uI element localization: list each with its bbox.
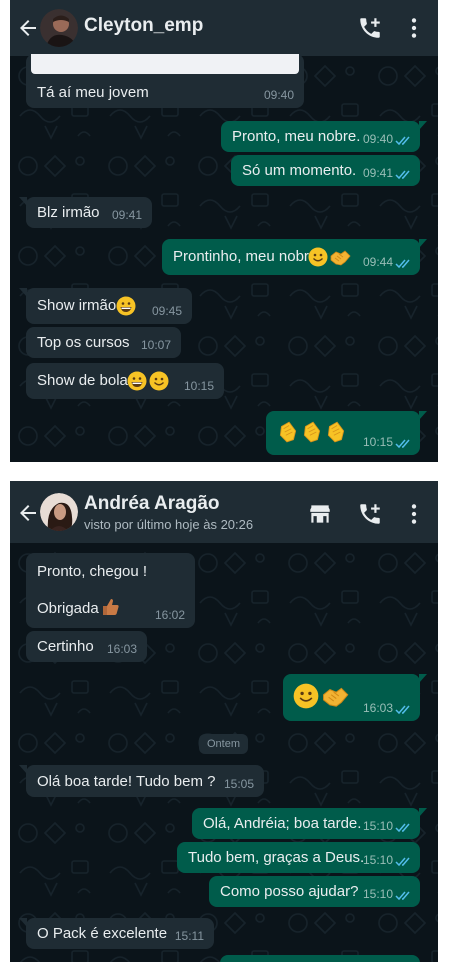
message-outgoing[interactable]: Pronto, meu nobre. 09:40 (221, 121, 427, 152)
message-incoming[interactable]: Show de bola 10:15 (26, 363, 224, 399)
message-incoming[interactable]: Certinho 16:03 (26, 631, 147, 662)
storefront-icon[interactable] (307, 501, 333, 527)
clap-emoji (325, 420, 347, 444)
message-time: 10:15 (362, 435, 393, 449)
message-time: 16:03 (362, 701, 393, 715)
message-time: 09:45 (151, 304, 182, 318)
message-text: O Pack é excelente (37, 925, 168, 942)
message-time: 15:10 (362, 887, 393, 901)
message-outgoing[interactable]: Prontinho, meu nobre 09:44 (162, 239, 427, 275)
add-call-icon[interactable] (357, 501, 383, 527)
smile-emoji (293, 683, 319, 709)
message-time: 15:10 (362, 853, 393, 867)
double-check-icon (395, 169, 413, 180)
last-seen-status: visto por último hoje às 20:26 (84, 517, 254, 532)
message-list[interactable]: Tá aí meu jovem 09:40 Pronto, meu nobre.… (10, 54, 438, 462)
double-check-icon (395, 438, 413, 449)
message-outgoing[interactable]: 10:15 (266, 411, 427, 455)
message-text: Prontinho, meu nobre (173, 248, 318, 265)
message-incoming[interactable]: O Pack é excelente 15:11 (19, 918, 214, 949)
message-text: Top os cursos (37, 334, 130, 351)
message-text: Olá, Andréia; boa tarde. (203, 815, 362, 832)
smile-emoji (308, 247, 328, 267)
message-text: Show irmão (37, 297, 117, 314)
message-outgoing[interactable]: Só um momento. 09:41 (231, 155, 420, 186)
message-text: Olá boa tarde! Tudo bem ? (37, 773, 216, 790)
message-text: Tudo bem, graças a Deus. (188, 849, 365, 866)
message-time: 15:05 (223, 777, 254, 791)
message-time: 16:02 (154, 608, 185, 622)
message-incoming[interactable]: Tá aí meu jovem 09:40 (26, 54, 304, 108)
handshake-emoji (321, 683, 349, 709)
message-time: 10:15 (183, 379, 214, 393)
message-text: Blz irmão (37, 204, 100, 221)
message-time: 15:11 (174, 929, 204, 943)
more-vert-icon[interactable] (401, 15, 427, 41)
double-check-icon (395, 258, 413, 269)
message-text: Como posso ajudar? (220, 883, 359, 900)
chat-header: Andréa Aragão visto por último hoje às 2… (10, 481, 438, 543)
message-incoming[interactable]: Pronto, chegou ! Obrigada 16:02 (26, 553, 195, 628)
double-check-icon (395, 890, 413, 901)
message-outgoing[interactable]: Como posso ajudar? 15:10 (209, 876, 420, 907)
message-incoming[interactable]: Olá boa tarde! Tudo bem ? 15:05 (19, 765, 264, 797)
message-text: Só um momento. (242, 162, 357, 179)
more-vert-icon[interactable] (401, 501, 427, 527)
thumbs-up-emoji (100, 597, 120, 617)
chat-screen-cleyton: Cleyton_emp Tá aí meu jovem 09:40 Pronto… (10, 0, 438, 462)
message-text: Obrigada (37, 600, 99, 617)
message-list[interactable]: Pronto, chegou ! Obrigada 16:02 Certinho… (10, 543, 438, 962)
message-text: Certinho (37, 638, 94, 655)
message-time: 16:03 (106, 642, 137, 656)
double-check-icon (395, 704, 413, 715)
chat-header: Cleyton_emp (10, 0, 438, 56)
message-time: 09:41 (111, 208, 142, 222)
message-outgoing-partial[interactable] (220, 955, 420, 962)
double-check-icon (395, 135, 413, 146)
handshake-emoji (329, 247, 351, 267)
clap-emoji (301, 420, 323, 444)
message-incoming[interactable]: Show irmão 09:45 (19, 288, 192, 324)
message-time: 09:40 (263, 88, 294, 102)
grin-emoji (116, 296, 136, 316)
smile-emoji (149, 371, 169, 391)
avatar[interactable] (40, 9, 78, 47)
avatar[interactable] (40, 493, 78, 531)
clap-emoji (277, 420, 299, 444)
quoted-preview (31, 54, 299, 74)
chat-screen-andrea: Andréa Aragão visto por último hoje às 2… (10, 481, 438, 962)
message-time: 09:44 (362, 255, 393, 269)
double-check-icon (395, 856, 413, 867)
message-text: Pronto, meu nobre. (232, 128, 361, 145)
message-time: 15:10 (362, 819, 393, 833)
message-outgoing[interactable]: 16:03 (283, 674, 427, 721)
message-time: 10:07 (140, 338, 171, 352)
double-check-icon (395, 822, 413, 833)
message-incoming[interactable]: Top os cursos 10:07 (26, 327, 181, 358)
back-arrow-icon[interactable] (16, 501, 40, 525)
message-text: Pronto, chegou ! (37, 563, 148, 580)
message-outgoing[interactable]: Olá, Andréia; boa tarde. 15:10 (192, 808, 427, 839)
add-call-icon[interactable] (357, 15, 383, 41)
message-text: Show de bola (37, 372, 128, 389)
message-outgoing[interactable]: Tudo bem, graças a Deus. 15:10 (177, 842, 420, 873)
message-incoming[interactable]: Blz irmão 09:41 (19, 197, 152, 228)
date-separator: Ontem (199, 734, 249, 754)
contact-name[interactable]: Andréa Aragão (84, 493, 220, 515)
contact-name[interactable]: Cleyton_emp (84, 15, 203, 37)
message-time: 09:41 (362, 166, 393, 180)
message-text: Tá aí meu jovem (37, 84, 149, 101)
message-time: 09:40 (362, 132, 393, 146)
grin-emoji (127, 371, 147, 391)
back-arrow-icon[interactable] (16, 16, 40, 40)
